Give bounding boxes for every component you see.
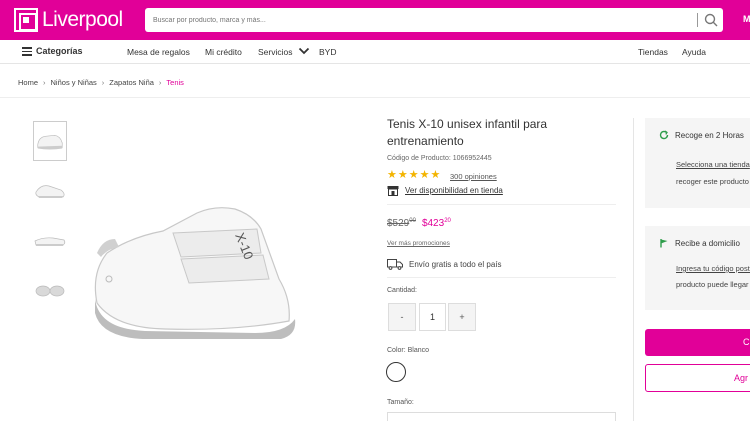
quantity-increase-button[interactable]: + [448,303,476,331]
column-divider [633,118,634,421]
logo-mark-icon [14,8,38,32]
postal-code-link[interactable]: Ingresa tu código postal [676,264,750,273]
breadcrumb-home[interactable]: Home [18,78,38,87]
search-input[interactable] [145,8,695,32]
pickup-card: Recoge en 2 Horas Selecciona una tienda … [645,118,750,208]
nav-mi-credito[interactable]: Mi crédito [205,47,242,57]
breadcrumb-current: Tenis [166,78,184,87]
star-icon: ★ [387,169,397,181]
breadcrumb-separator: › [43,78,46,87]
delivery-card: Recibe a domicilio Ingresa tu código pos… [645,226,750,310]
thumbnail-1[interactable] [33,121,67,161]
delivery-title: Recibe a domicilio [675,238,740,248]
top-bar: Liverpool M [0,0,750,40]
rating-stars: ★ ★ ★ ★ ★ [387,170,440,181]
chevron-down-icon[interactable] [298,47,310,55]
search-icon[interactable] [703,12,719,28]
promotions-link[interactable]: Ver más promociones [387,240,450,247]
truck-icon [387,259,403,270]
select-store-link[interactable]: Selecciona una tienda [676,160,750,169]
old-price: $529 [387,218,410,229]
color-swatch-blanco[interactable] [386,362,406,382]
breadcrumb: Home › Niños y Niñas › Zapatos Niña › Te… [18,78,184,87]
size-selector[interactable] [387,412,616,421]
add-to-bag-button[interactable]: Agr [645,364,750,392]
search-box [145,8,723,32]
star-icon: ★ [408,169,419,181]
nav-byd[interactable]: BYD [319,47,336,57]
pickup-description: recoger este producto [676,177,749,186]
breadcrumb-zapatos-nina[interactable]: Zapatos Niña [109,78,154,87]
nav-tiendas[interactable]: Tiendas [638,47,668,57]
size-label: Tamaño: [387,399,414,406]
delivery-header: Recibe a domicilio [659,238,740,248]
old-price-cents: 00 [409,218,416,224]
reviews-link[interactable]: 300 opiniones [450,172,497,181]
price-row: $529 00 $423 20 [387,218,451,229]
star-icon: ★ [397,169,408,181]
nav-mesa-de-regalos[interactable]: Mesa de regalos [127,47,190,57]
quantity-field[interactable]: 1 [419,303,446,331]
shipping-info: Envío gratis a todo el país [387,259,502,270]
star-icon: ★ [419,169,430,181]
quantity-decrease-button[interactable]: - [388,303,416,331]
search-divider [697,13,698,27]
divider [0,97,750,98]
product-title: Tenis X-10 unisex infantil para entrenam… [387,117,548,148]
store-availability-link[interactable]: Ver disponibilidad en tienda [405,186,503,195]
store-icon [387,186,399,196]
star-icon: ★ [430,169,441,181]
breadcrumb-ninos-y-ninas[interactable]: Niños y Niñas [51,78,97,87]
thumbnail-3[interactable] [33,222,67,262]
nav-bar: Categorías Mesa de regalos Mi crédito Se… [0,40,750,64]
flag-icon [660,239,668,248]
delivery-description: producto puede llegar [676,280,749,289]
pickup-header: Recoge en 2 Horas [659,130,744,140]
quantity-label: Cantidad: [387,287,417,294]
categories-button[interactable]: Categorías [22,46,83,56]
shipping-text: Envío gratis a todo el país [409,260,502,269]
breadcrumb-separator: › [101,78,105,87]
color-label: Color: Blanco [387,347,430,354]
pickup-title: Recoge en 2 Horas [675,130,744,140]
account-menu[interactable]: M [743,14,750,24]
logo-text: Liverpool [42,8,123,31]
liverpool-logo[interactable]: Liverpool [14,7,123,33]
current-price: $423 [421,218,445,229]
divider [387,204,616,205]
divider [387,277,616,278]
breadcrumb-separator: › [158,78,162,87]
product-main-image[interactable]: X-10 [85,195,340,345]
nav-servicios[interactable]: Servicios [258,47,292,57]
buy-button[interactable]: C [645,329,750,356]
nav-ayuda[interactable]: Ayuda [682,47,706,57]
hamburger-icon [22,47,32,56]
refresh-icon [659,130,669,140]
thumbnail-4[interactable] [33,272,67,312]
categories-label: Categorías [36,46,83,56]
product-code: Código de Producto: 1066952445 [387,155,492,162]
thumbnail-2[interactable] [33,172,67,212]
current-price-cents: 20 [444,218,451,224]
store-availability-row[interactable]: Ver disponibilidad en tienda [387,185,503,196]
